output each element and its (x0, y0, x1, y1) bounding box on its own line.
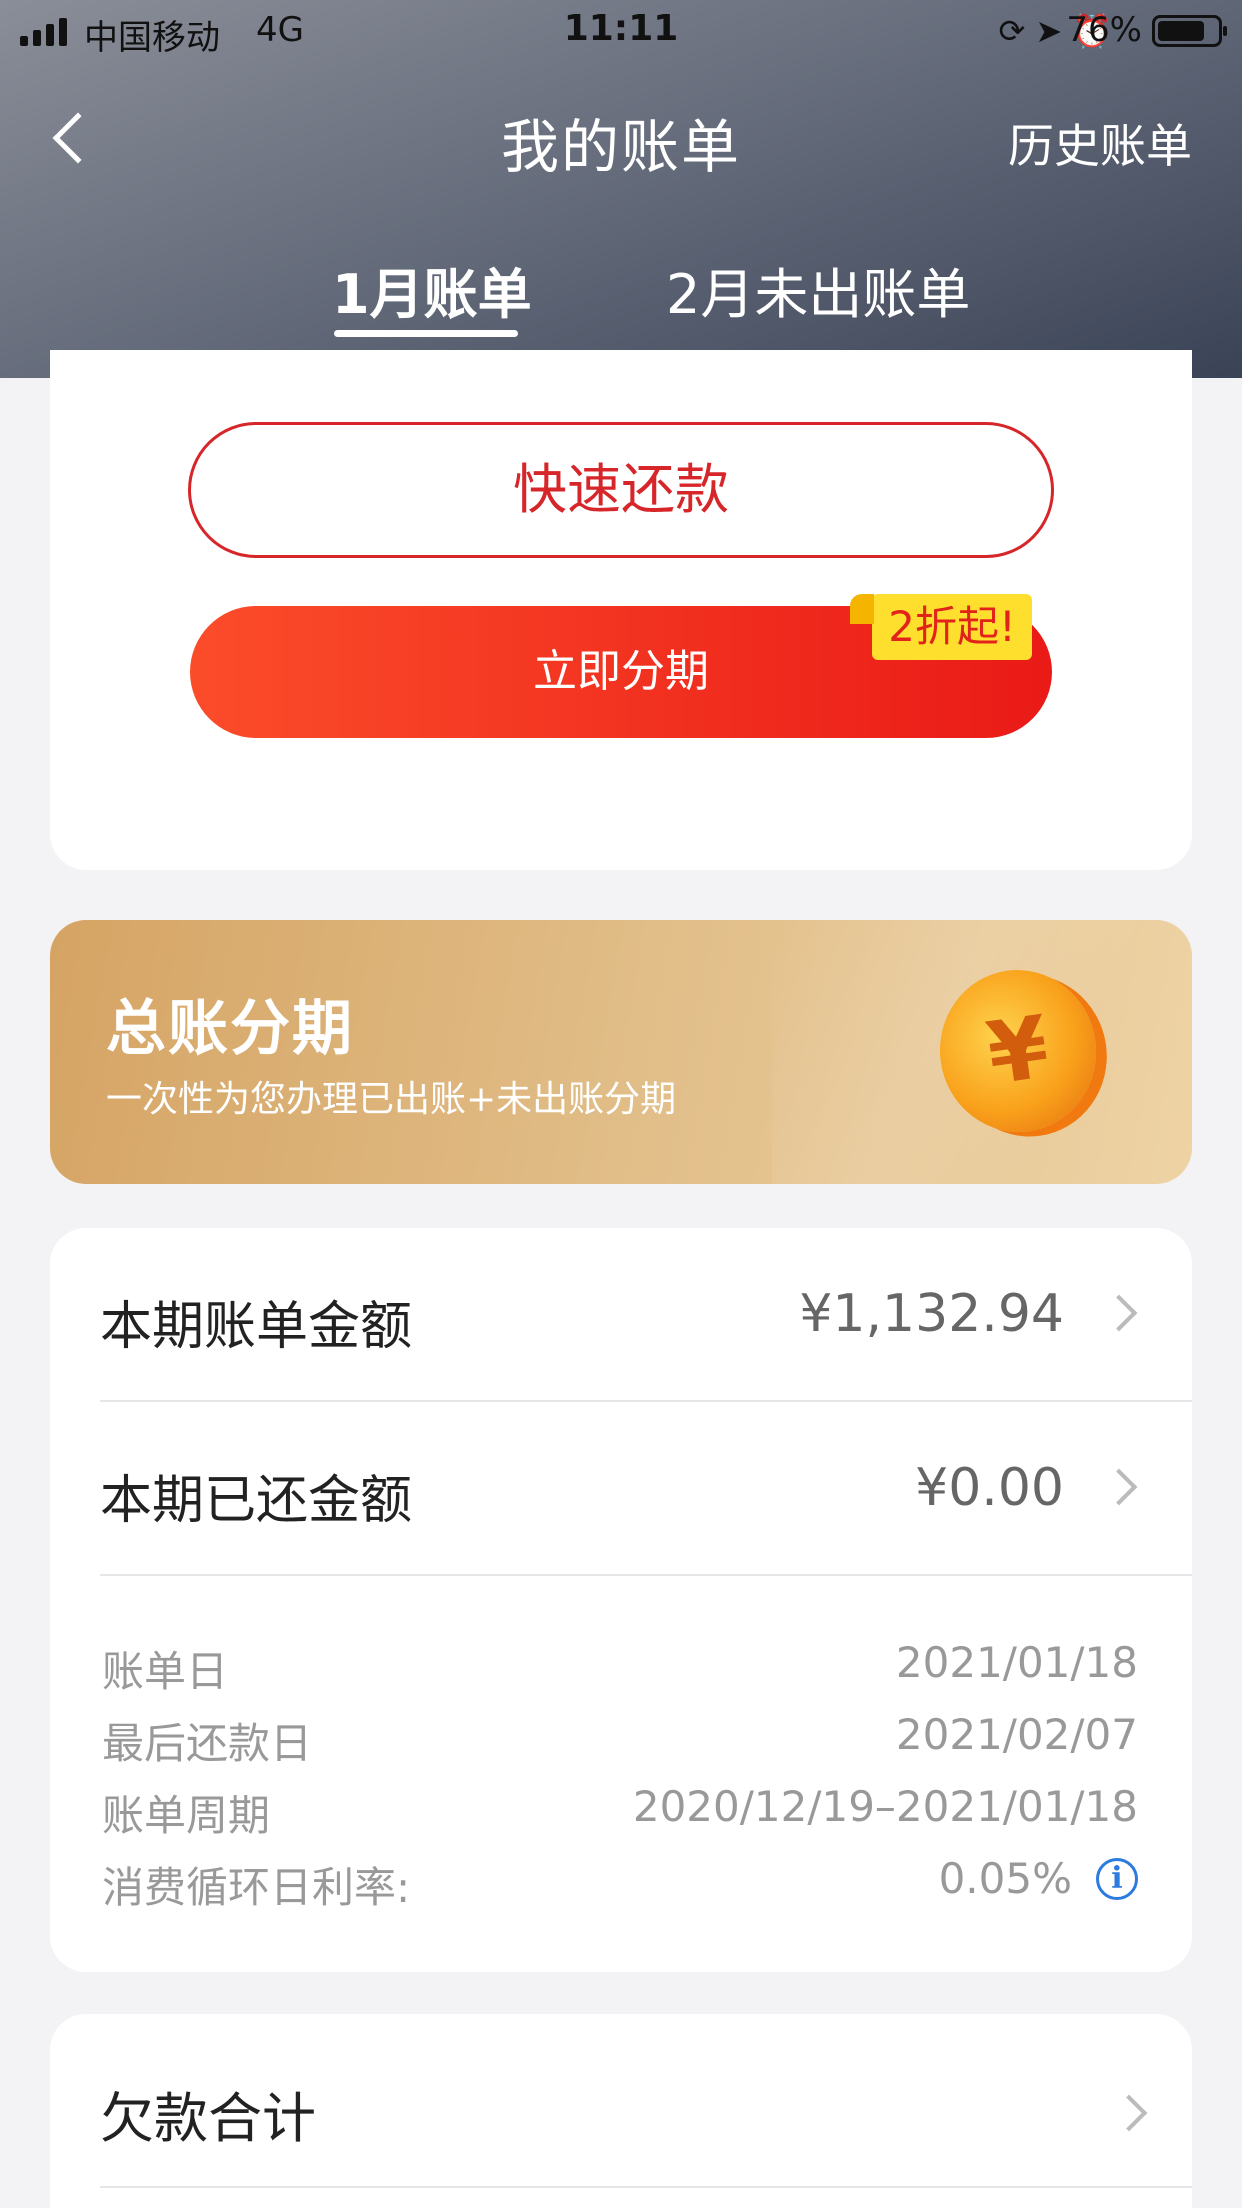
statement-date-value: 2021/01/18 (895, 1638, 1138, 1687)
daily-rate-row: 消费循环日利率: 0.05% i (102, 1844, 1138, 1916)
battery-icon (1152, 15, 1227, 47)
repayment-actions-card: 快速还款 立即分期 2折起! (50, 350, 1192, 870)
due-date-row: 最后还款日 2021/02/07 (102, 1700, 1138, 1772)
total-installment-banner[interactable]: 总账分期 一次性为您办理已出账+未出账分期 ¥ (50, 920, 1192, 1184)
due-date-label: 最后还款日 (102, 1719, 313, 1768)
total-debt-card[interactable]: 欠款合计 (50, 2014, 1192, 2208)
status-bar: 中国移动 4G 11:11 ⟳ ➤ ⏰ 76% (0, 0, 1242, 62)
promo-title: 总账分期 (106, 994, 354, 1064)
repaid-amount-value: ¥0.00 (915, 1458, 1064, 1518)
daily-rate-label: 消费循环日利率: (102, 1863, 411, 1912)
chevron-right-icon (1100, 1294, 1138, 1332)
history-bills-link[interactable]: 历史账单 (1008, 110, 1192, 176)
due-date-value: 2021/02/07 (895, 1710, 1138, 1759)
quick-repay-button[interactable]: 快速还款 (188, 422, 1054, 558)
repaid-amount-row[interactable]: 本期已还金额 ¥0.00 (100, 1402, 1192, 1574)
bill-cycle-row: 账单周期 2020/12/19–2021/01/18 (102, 1772, 1138, 1844)
chevron-right-icon (1110, 2094, 1148, 2132)
statement-amount-label: 本期账单金额 (100, 1297, 413, 1357)
promo-subtitle: 一次性为您办理已出账+未出账分期 (106, 1079, 677, 1120)
info-icon[interactable]: i (1096, 1858, 1138, 1900)
tab-february-unbilled[interactable]: 2月未出账单 (666, 250, 970, 329)
statement-amount-row[interactable]: 本期账单金额 ¥1,132.94 (100, 1228, 1192, 1400)
lock-rotation-icon: ⟳ (998, 12, 1026, 50)
statement-date-label: 账单日 (102, 1647, 229, 1696)
bill-info-list: 账单日 2021/01/18 最后还款日 2021/02/07 账单周期 202… (102, 1628, 1138, 1916)
daily-rate-value: 0.05% (938, 1854, 1072, 1903)
bill-cycle-value: 2020/12/19–2021/01/18 (632, 1782, 1138, 1831)
active-tab-indicator (334, 330, 518, 337)
discount-badge: 2折起! (850, 594, 1032, 660)
bill-cycle-label: 账单周期 (102, 1791, 271, 1840)
repaid-amount-label: 本期已还金额 (100, 1471, 413, 1531)
statement-amount-value: ¥1,132.94 (799, 1284, 1064, 1344)
bill-details-card: 本期账单金额 ¥1,132.94 本期已还金额 ¥0.00 账单日 2021/0… (50, 1228, 1192, 1972)
statement-date-row: 账单日 2021/01/18 (102, 1628, 1138, 1700)
total-debt-label: 欠款合计 (100, 2087, 316, 2150)
header: 中国移动 4G 11:11 ⟳ ➤ ⏰ 76% 我的账单 历史账单 1月账单 2… (0, 0, 1242, 378)
coin-icon: ¥ (929, 959, 1107, 1143)
divider (100, 1574, 1192, 1576)
location-icon: ➤ (1035, 12, 1063, 50)
battery-percent: 76% (1066, 10, 1142, 50)
tab-january-bill[interactable]: 1月账单 (332, 250, 532, 329)
chevron-right-icon (1100, 1468, 1138, 1506)
divider (100, 2186, 1192, 2188)
